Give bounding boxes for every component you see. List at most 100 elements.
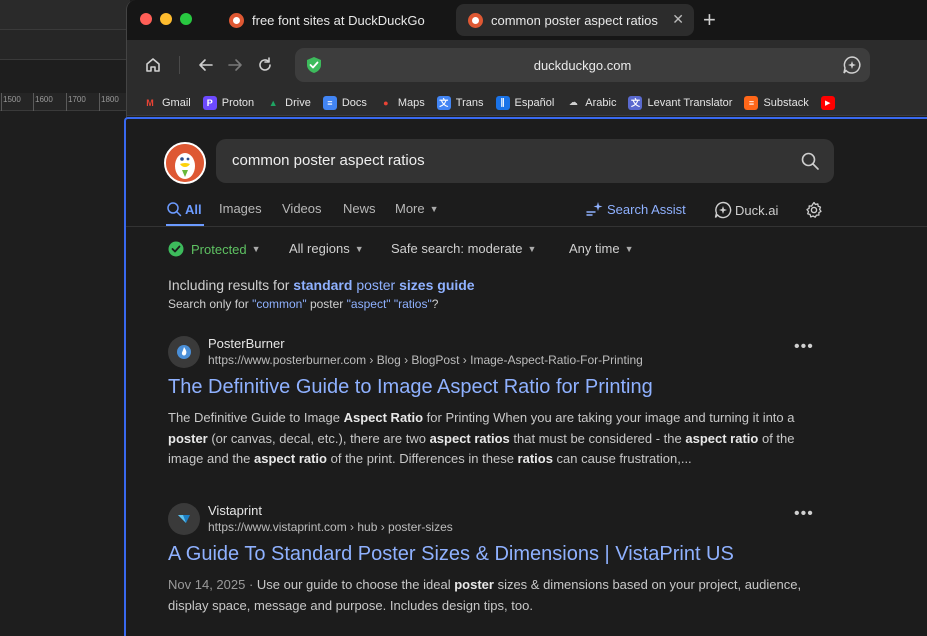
result-title-link[interactable]: A Guide To Standard Poster Sizes & Dimen… — [168, 543, 734, 566]
result-site-name[interactable]: PosterBurner — [208, 336, 285, 351]
bookmark-drive[interactable]: ▲ Drive — [266, 96, 311, 110]
date-separator: · — [245, 577, 257, 592]
proton-icon: P — [202, 95, 217, 110]
tab-label: Images — [219, 201, 262, 216]
bookmark-label: Trans — [455, 96, 484, 109]
address-bar[interactable]: duckduckgo.com — [295, 48, 870, 82]
close-window-button[interactable] — [140, 13, 152, 25]
bookmark-levant-translator[interactable]: 文 Levant Translator — [628, 95, 733, 110]
more-options-icon[interactable]: ••• — [794, 505, 814, 523]
bookmark-docs[interactable]: ≡ Docs — [322, 95, 367, 110]
tab-videos[interactable]: Videos — [282, 201, 322, 216]
original-term: poster — [309, 297, 344, 311]
result-title-link[interactable]: The Definitive Guide to Image Aspect Rat… — [168, 376, 653, 399]
bookmark-proton[interactable]: P Proton — [202, 95, 254, 110]
chevron-down-icon: ▼ — [624, 243, 634, 254]
tab-label: Videos — [282, 201, 322, 216]
gmail-icon: M — [146, 97, 154, 108]
home-icon[interactable] — [141, 53, 165, 77]
tab-more[interactable]: More ▼ — [395, 201, 439, 216]
tab-label: News — [343, 201, 376, 216]
posterburner-favicon-icon[interactable] — [168, 336, 200, 368]
snippet-text: that must be considered - the — [509, 430, 686, 446]
bookmark-label: Drive — [285, 96, 311, 109]
region-filter[interactable]: All regions ▼ — [289, 241, 364, 256]
close-tab-icon[interactable]: ✕ — [672, 11, 684, 28]
snippet-highlight: poster — [168, 430, 208, 446]
corrected-query-link[interactable]: standard poster sizes guide — [293, 277, 474, 293]
substack-icon: ≡ — [744, 95, 759, 110]
tab-free-font-sites[interactable]: free font sites at DuckDuckGo — [219, 4, 451, 36]
translate-icon: 文 — [436, 95, 451, 110]
result-snippet: Nov 14, 2025 · Use our guide to choose t… — [168, 575, 813, 616]
chevron-down-icon: ▼ — [527, 243, 537, 254]
bookmark-arabic[interactable]: ☁ Arabic — [566, 96, 617, 110]
tab-label: common poster aspect ratios — [491, 12, 658, 28]
time-filter[interactable]: Any time ▼ — [569, 241, 634, 256]
snippet-text: Use our guide to choose the ideal — [256, 577, 455, 592]
bookmark-label: Docs — [341, 96, 367, 109]
bookmark-label: Substack — [763, 96, 809, 109]
bookmark-label: Levant Translator — [647, 96, 733, 109]
chevron-down-icon: ▼ — [251, 244, 261, 254]
new-tab-button[interactable]: + — [703, 7, 716, 33]
safe-search-filter[interactable]: Safe search: moderate ▼ — [391, 241, 536, 256]
horizontal-ruler: 1500 1600 1700 1800 — [0, 93, 130, 111]
bookmarks-bar: M Gmail P Proton ▲ Drive ≡ Docs ● Maps 文 Trans… — [127, 90, 927, 116]
bookmark-maps[interactable]: ● Maps — [379, 96, 425, 110]
corrected-term: standard — [293, 277, 353, 293]
tab-news[interactable]: News — [343, 201, 376, 216]
snippet-text: of the print. Differences in these — [327, 451, 518, 466]
search-assist-button[interactable]: Search Assist — [585, 201, 686, 217]
duckduckgo-favicon-icon — [468, 12, 483, 28]
vistaprint-favicon-icon[interactable] — [168, 503, 200, 535]
reload-icon[interactable] — [253, 53, 277, 77]
filter-label: All regions — [289, 241, 350, 256]
snippet-highlight: Aspect Ratio — [343, 410, 424, 425]
protection-filter[interactable]: Protected ▼ — [168, 241, 261, 257]
zoom-window-button[interactable] — [180, 13, 192, 25]
more-options-icon[interactable]: ••• — [794, 338, 814, 356]
tab-all[interactable]: All — [166, 201, 202, 217]
url-text: duckduckgo.com — [533, 58, 632, 73]
background-app-toolbar — [0, 30, 130, 60]
result-snippet: The Definitive Guide to Image Aspect Rat… — [168, 408, 813, 470]
result-site-name[interactable]: Vistaprint — [208, 503, 262, 518]
chevron-down-icon: ▼ — [354, 243, 364, 254]
snippet-text: for Printing When you are taking your im… — [423, 410, 795, 425]
duckduckgo-logo[interactable] — [164, 142, 206, 184]
back-arrow-icon[interactable] — [194, 53, 218, 77]
snippet-text: can cause frustration,... — [552, 451, 692, 466]
spanishdict-icon: ∥ — [495, 95, 510, 110]
bookmark-trans[interactable]: 文 Trans — [436, 95, 484, 110]
duck-ai-chat-icon[interactable] — [842, 55, 862, 80]
settings-gear-icon[interactable] — [805, 201, 823, 219]
search-input[interactable]: common poster aspect ratios — [216, 139, 834, 183]
search-only-prefix: Search only for — [168, 297, 249, 311]
minimize-window-button[interactable] — [160, 13, 172, 25]
bookmark-substack[interactable]: ≡ Substack — [744, 95, 809, 110]
bookmark-gmail[interactable]: M Gmail — [143, 96, 190, 110]
filter-label: Protected — [191, 241, 247, 257]
forward-arrow-icon[interactable] — [223, 53, 247, 77]
original-query-link[interactable]: "common" poster "aspect" "ratios" — [252, 297, 432, 311]
result-url[interactable]: https://www.vistaprint.com › hub › poste… — [208, 520, 453, 534]
search-icon[interactable] — [800, 151, 820, 176]
search-original-notice: Search only for "common" poster "aspect"… — [168, 297, 438, 311]
duck-ai-label: Duck.ai — [735, 202, 779, 218]
filter-label: Any time — [569, 241, 620, 256]
search-filters: Protected ▼ All regions ▼ Safe search: mod… — [126, 241, 927, 265]
docs-icon: ≡ — [322, 95, 337, 110]
duck-ai-button[interactable]: Duck.ai — [714, 201, 778, 219]
youtube-icon: ▶ — [820, 95, 835, 110]
tab-common-poster-aspect-ratios[interactable]: common poster aspect ratios ✕ — [456, 4, 694, 36]
snippet-highlight: aspect ratios — [429, 430, 510, 446]
bookmark-label: Arabic — [585, 96, 617, 109]
tab-label: All — [185, 201, 202, 217]
bookmark-youtube[interactable]: ▶ — [820, 95, 840, 110]
ruler-tick: 1800 — [101, 95, 119, 104]
tab-images[interactable]: Images — [219, 201, 262, 216]
browser-toolbar: duckduckgo.com — [127, 40, 927, 90]
result-url[interactable]: https://www.posterburner.com › Blog › Bl… — [208, 353, 643, 367]
bookmark-espanol[interactable]: ∥ Español — [495, 95, 554, 110]
